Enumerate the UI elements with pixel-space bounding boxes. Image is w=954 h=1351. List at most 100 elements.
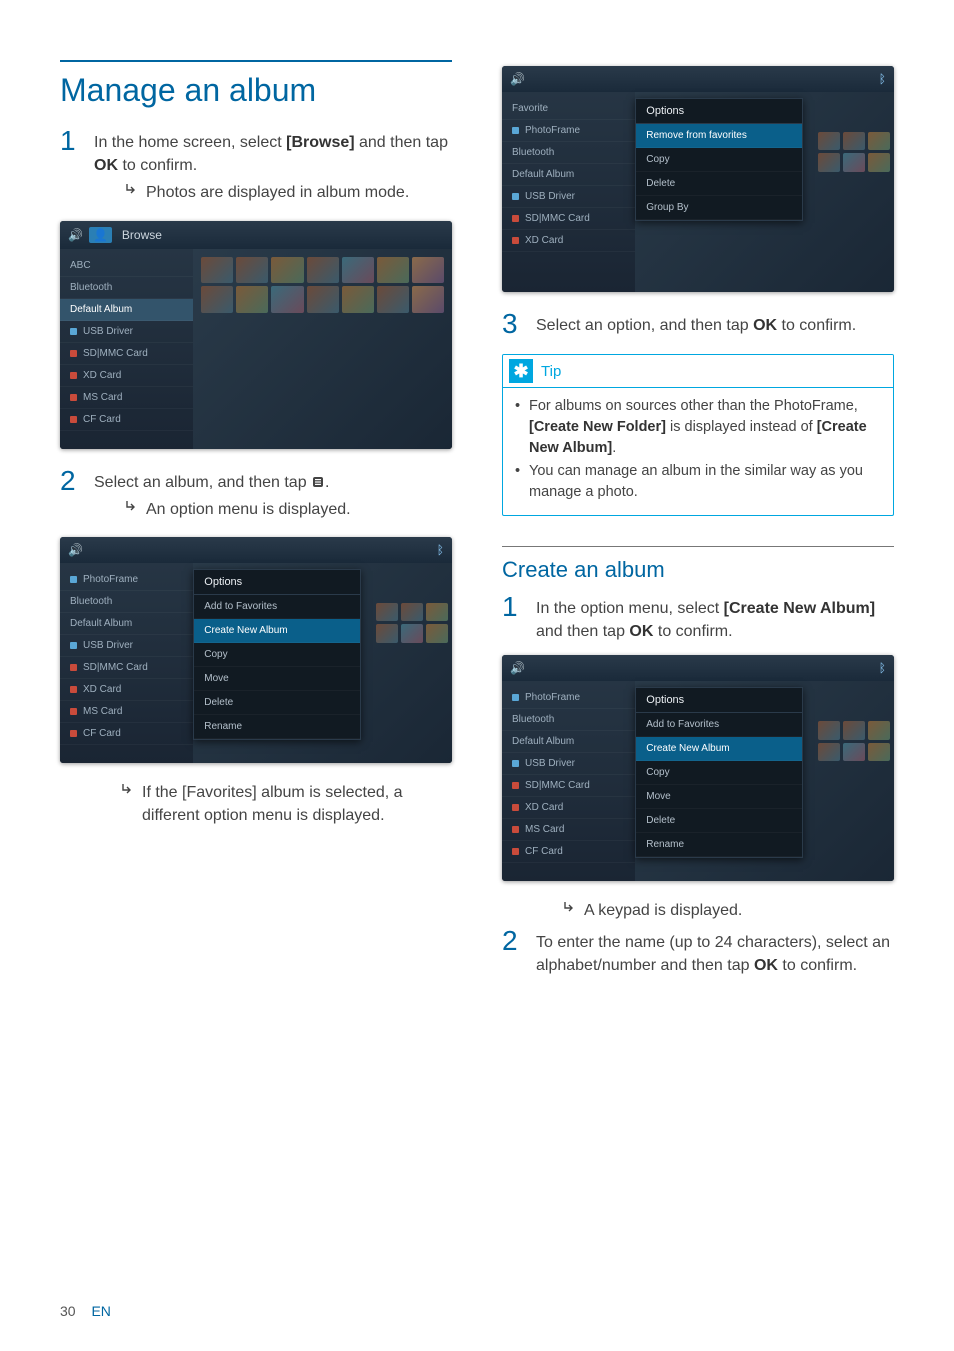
ss-header: 🔊 👤 Browse — [60, 221, 452, 249]
ss-popup-title: Options — [194, 570, 360, 595]
ss-header: 🔊 ᛒ — [60, 537, 452, 563]
ss-sidebar-item: Default Album — [502, 731, 635, 753]
volume-icon: 🔊 — [510, 72, 525, 86]
ss-thumbs — [818, 721, 890, 761]
tip-box: ✱ Tip For albums on sources other than t… — [502, 354, 894, 516]
result-text: If the [Favorites] album is selected, a … — [142, 781, 452, 827]
text-bold: OK — [94, 157, 118, 174]
ss-main: Options Remove from favoritesCopyDeleteG… — [635, 92, 894, 292]
ss-sidebar-item: Bluetooth — [60, 591, 193, 613]
tip-item: You can manage an album in the similar w… — [515, 461, 881, 503]
screenshot-browse: 🔊 👤 Browse ABCBluetoothDefault AlbumUSB … — [60, 221, 452, 449]
page-number: 30 — [60, 1303, 76, 1319]
create-step-2: 2 To enter the name (up to 24 characters… — [502, 927, 894, 977]
ss-popup: Options Remove from favoritesCopyDeleteG… — [635, 98, 803, 221]
ss-header: 🔊 ᛒ — [502, 655, 894, 681]
ss-popup-item: Create New Album — [194, 619, 360, 643]
ss-popup: Options Add to FavoritesCreate New Album… — [193, 569, 361, 740]
step-number: 2 — [502, 927, 522, 955]
ss-popup-item: Add to Favorites — [636, 713, 802, 737]
ss-thumbs — [376, 603, 448, 643]
ss-header: 🔊 ᛒ — [502, 66, 894, 92]
text: to confirm. — [653, 623, 732, 640]
text-bold: OK — [753, 317, 777, 334]
step-result: If the [Favorites] album is selected, a … — [120, 781, 452, 827]
ss-sidebar-item: USB Driver — [502, 753, 635, 775]
result-text: A keypad is displayed. — [584, 899, 742, 922]
ss-main — [193, 249, 452, 449]
step-body: In the option menu, select [Create New A… — [536, 593, 894, 643]
step-result: A keypad is displayed. — [562, 899, 894, 922]
menu-icon — [311, 474, 325, 491]
ss-popup-item: Delete — [194, 691, 360, 715]
text-bold: OK — [629, 623, 653, 640]
step-number: 3 — [502, 310, 522, 338]
ss-popup-title: Options — [636, 99, 802, 124]
ss-popup-item: Delete — [636, 172, 802, 196]
ss-popup-item: Copy — [636, 148, 802, 172]
text-bold: OK — [754, 957, 778, 974]
ss-sidebar-item: Default Album — [60, 299, 193, 321]
text: to confirm. — [118, 157, 197, 174]
step-number: 1 — [502, 593, 522, 621]
step-number: 2 — [60, 467, 80, 495]
text: Select an album, and then tap — [94, 474, 311, 491]
ss-sidebar-item: PhotoFrame — [502, 120, 635, 142]
volume-icon: 🔊 — [510, 661, 525, 675]
step-3: 3 Select an option, and then tap OK to c… — [502, 310, 894, 338]
ss-popup-item: Add to Favorites — [194, 595, 360, 619]
text: and then tap — [355, 134, 448, 151]
step-body: To enter the name (up to 24 characters),… — [536, 927, 894, 977]
text: In the option menu, select — [536, 600, 724, 617]
bluetooth-icon: ᛒ — [879, 72, 886, 86]
ss-main: Options Add to FavoritesCreate New Album… — [193, 563, 452, 763]
ss-main: Options Add to FavoritesCreate New Album… — [635, 681, 894, 881]
step-2: 2 Select an album, and then tap . An opt… — [60, 467, 452, 525]
ss-sidebar-item: Bluetooth — [60, 277, 193, 299]
ss-sidebar-item: CF Card — [60, 723, 193, 745]
result-arrow-icon — [562, 899, 576, 922]
screenshot-create-album: 🔊 ᛒ PhotoFrameBluetoothDefault AlbumUSB … — [502, 655, 894, 881]
ss-sidebar: FavoritePhotoFrameBluetoothDefault Album… — [502, 92, 635, 292]
ss-popup-item: Copy — [636, 761, 802, 785]
ss-sidebar: PhotoFrameBluetoothDefault AlbumUSB Driv… — [502, 681, 635, 881]
text: and then tap — [536, 623, 629, 640]
step-result: An option menu is displayed. — [124, 498, 452, 521]
tip-icon: ✱ — [509, 359, 533, 383]
text: Select an option, and then tap — [536, 317, 753, 334]
text: . — [325, 474, 329, 491]
ss-title: Browse — [122, 228, 162, 242]
ss-popup-item: Copy — [194, 643, 360, 667]
ss-popup-item: Move — [636, 785, 802, 809]
ss-sidebar: PhotoFrameBluetoothDefault AlbumUSB Driv… — [60, 563, 193, 763]
result-text: Photos are displayed in album mode. — [146, 181, 409, 204]
ss-thumbs — [818, 132, 890, 172]
ss-sidebar-item: Bluetooth — [502, 709, 635, 731]
step-body: Select an album, and then tap . An optio… — [94, 467, 452, 525]
ss-sidebar-item: SD|MMC Card — [502, 208, 635, 230]
bluetooth-icon: ᛒ — [879, 661, 886, 675]
volume-icon: 🔊 — [68, 543, 83, 557]
ss-sidebar-item: SD|MMC Card — [60, 343, 193, 365]
ss-sidebar-item: MS Card — [60, 701, 193, 723]
text: In the home screen, select — [94, 134, 286, 151]
subsection-title: Create an album — [502, 546, 894, 583]
text-bold: [Browse] — [286, 134, 354, 151]
ss-sidebar-item: PhotoFrame — [502, 687, 635, 709]
bluetooth-icon: ᛒ — [437, 543, 444, 557]
step-body: Select an option, and then tap OK to con… — [536, 310, 894, 337]
page-lang: EN — [91, 1303, 110, 1319]
person-icon: 👤 — [89, 227, 112, 243]
ss-sidebar-item: XD Card — [60, 679, 193, 701]
ss-sidebar-item: ABC — [60, 255, 193, 277]
ss-sidebar-item: SD|MMC Card — [60, 657, 193, 679]
ss-sidebar-item: USB Driver — [502, 186, 635, 208]
ss-popup-item: Rename — [194, 715, 360, 739]
ss-sidebar-item: Default Album — [502, 164, 635, 186]
step-result: Photos are displayed in album mode. — [124, 181, 452, 204]
page-footer: 30 EN — [60, 1303, 111, 1319]
screenshot-options: 🔊 ᛒ PhotoFrameBluetoothDefault AlbumUSB … — [60, 537, 452, 763]
ss-sidebar-item: MS Card — [60, 387, 193, 409]
ss-sidebar-item: USB Driver — [60, 635, 193, 657]
screenshot-favorites-options: 🔊 ᛒ FavoritePhotoFrameBluetoothDefault A… — [502, 66, 894, 292]
